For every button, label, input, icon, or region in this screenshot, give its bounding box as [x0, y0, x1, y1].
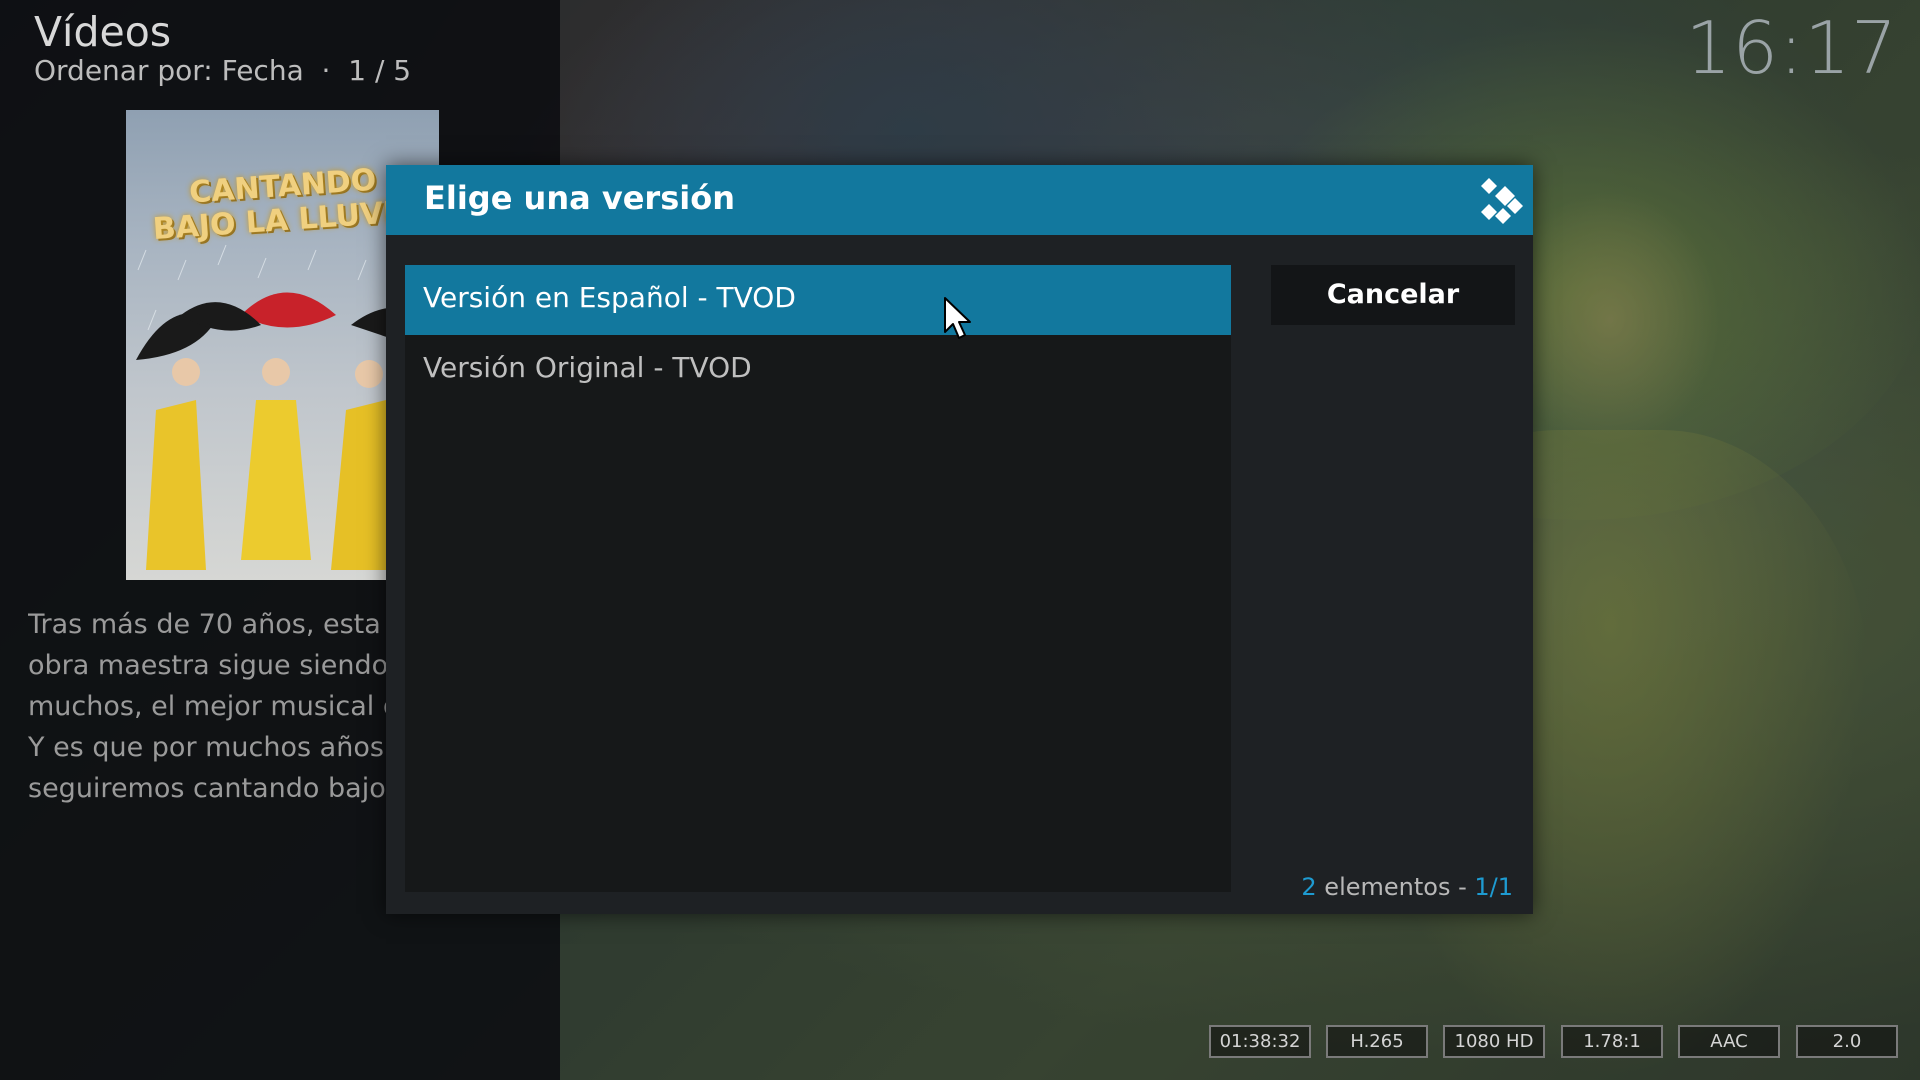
item-count-text: elementos - — [1316, 873, 1475, 901]
clock: 16:17 — [1685, 6, 1898, 90]
plot-text: Tras más de 70 años, esta increíble obra… — [28, 604, 388, 809]
flag-duration: 01:38:32 — [1209, 1025, 1311, 1058]
plot-line: Y es que por muchos años que pasen — [28, 732, 388, 763]
version-select-dialog: Elige una versión Versión en Español - T… — [386, 165, 1533, 914]
dialog-header: Elige una versión — [386, 165, 1533, 235]
sort-info: Ordenar por: Fecha · 1 / 5 — [34, 54, 412, 87]
flag-aspect-ratio: 1.78:1 — [1561, 1025, 1663, 1058]
kodi-logo-icon — [1481, 178, 1523, 224]
list-item-label: Versión en Español - TVOD — [423, 281, 796, 314]
mouse-cursor-icon — [944, 297, 971, 339]
flag-audio-codec: AAC — [1678, 1025, 1780, 1058]
page-title: Vídeos — [34, 8, 172, 56]
flag-resolution: 1080 HD — [1443, 1025, 1545, 1058]
dialog-title: Elige una versión — [424, 179, 735, 217]
plot-line: seguiremos cantando bajo la lluvia. — [28, 773, 388, 804]
plot-line: obra maestra sigue siendo, para — [28, 650, 388, 681]
item-count: 2 elementos - 1/1 — [1301, 873, 1513, 901]
flag-audio-channels: 2.0 — [1796, 1025, 1898, 1058]
item-count-number: 2 — [1301, 873, 1317, 901]
list-item-version-original[interactable]: Versión Original - TVOD — [405, 335, 1231, 405]
plot-line: Tras más de 70 años, esta increíble — [28, 609, 388, 640]
plot-line: muchos, el mejor musical de la historia. — [28, 691, 388, 722]
list-item-label: Versión Original - TVOD — [423, 351, 752, 384]
cancel-button[interactable]: Cancelar — [1271, 265, 1515, 325]
version-list: Versión en Español - TVOD Versión Origin… — [405, 265, 1231, 892]
list-item-version-spanish[interactable]: Versión en Español - TVOD — [405, 265, 1231, 335]
item-count-page: 1/1 — [1474, 873, 1513, 901]
flag-video-codec: H.265 — [1326, 1025, 1428, 1058]
